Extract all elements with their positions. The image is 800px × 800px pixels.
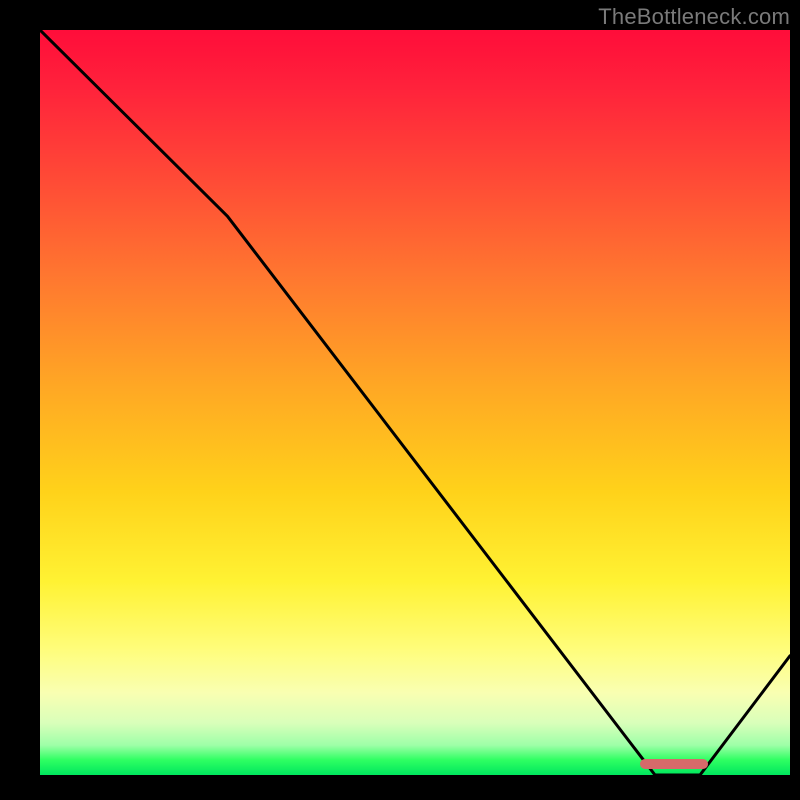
optimal-range-marker [640, 759, 708, 769]
plot-area [40, 30, 790, 775]
watermark-text: TheBottleneck.com [598, 4, 790, 30]
bottleneck-line [40, 30, 790, 775]
chart-frame: TheBottleneck.com [0, 0, 800, 800]
